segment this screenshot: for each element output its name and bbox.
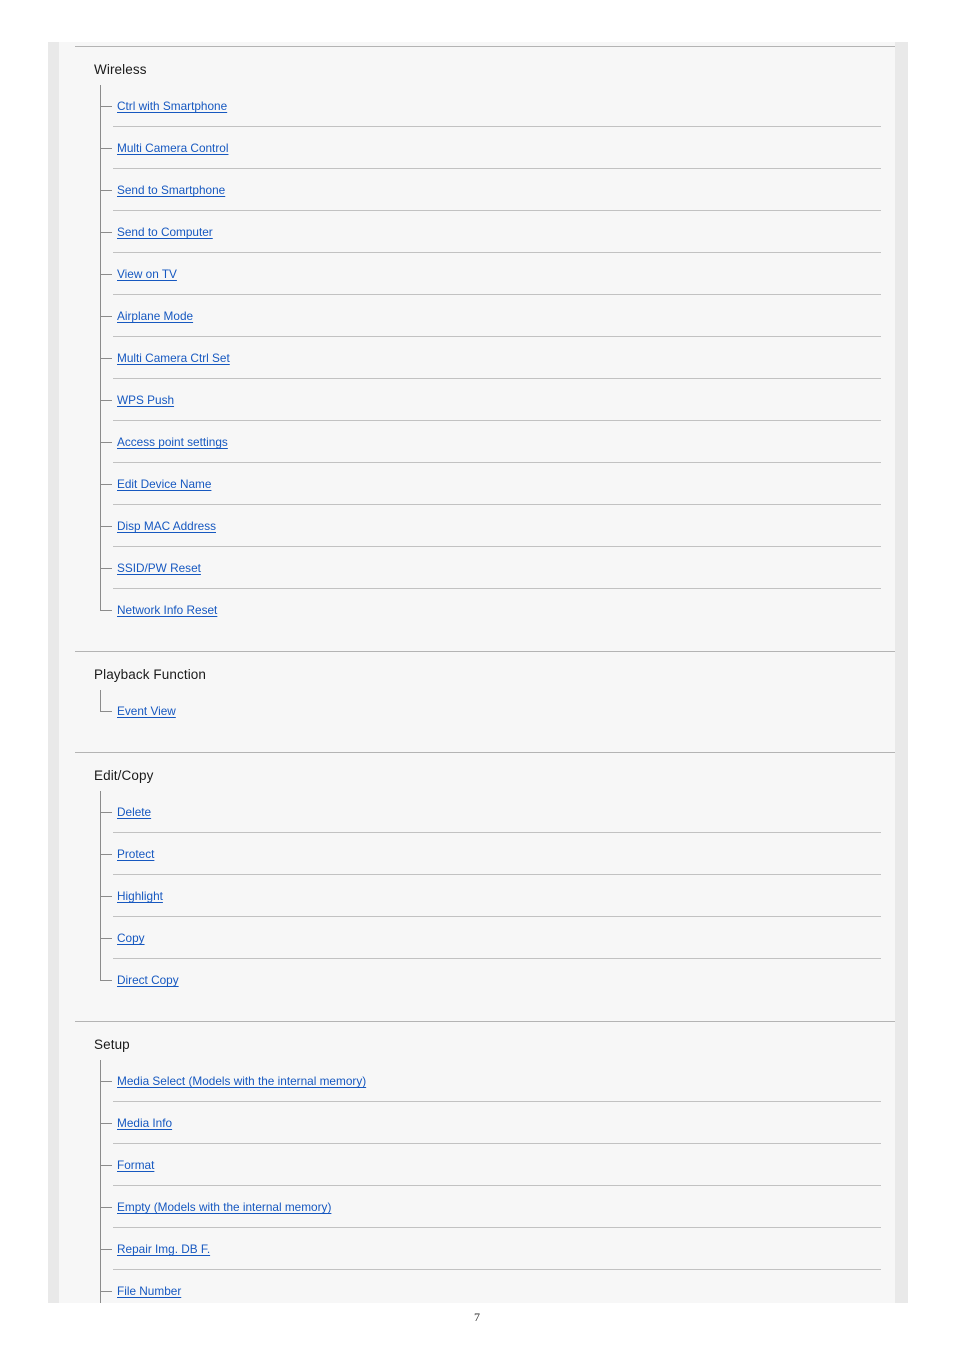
toc-link[interactable]: Airplane Mode [117, 309, 193, 323]
toc-item: Event View [75, 690, 895, 732]
toc-item: Multi Camera Ctrl Set [75, 337, 895, 379]
toc-link[interactable]: Delete [117, 805, 151, 819]
toc-link[interactable]: Multi Camera Control [117, 141, 228, 155]
toc-link[interactable]: Event View [117, 704, 176, 718]
toc-item: Send to Smartphone [75, 169, 895, 211]
page-gutter-right [895, 42, 908, 1303]
toc-item: View on TV [75, 253, 895, 295]
toc-item: File Number [75, 1270, 895, 1303]
toc-item: SSID/PW Reset [75, 547, 895, 589]
toc-item: Send to Computer [75, 211, 895, 253]
toc-item: Media Select (Models with the internal m… [75, 1060, 895, 1102]
toc-link[interactable]: Protect [117, 847, 154, 861]
toc-item: Copy [75, 917, 895, 959]
toc-item: Ctrl with Smartphone [75, 85, 895, 127]
section-title: Playback Function [94, 667, 207, 682]
page-gutter-left [48, 42, 59, 1303]
toc-item: Edit Device Name [75, 463, 895, 505]
table-of-contents: Wireless Ctrl with Smartphone Multi Camera… [75, 46, 895, 1303]
toc-item: Network Info Reset [75, 589, 895, 631]
toc-item: Empty (Models with the internal memory) [75, 1186, 895, 1228]
toc-item: Disp MAC Address [75, 505, 895, 547]
section-title: Wireless [94, 62, 147, 77]
toc-link[interactable]: Media Select (Models with the internal m… [117, 1074, 366, 1088]
section-title: Edit/Copy [94, 768, 154, 783]
toc-link[interactable]: Send to Computer [117, 225, 213, 239]
toc-tree: Delete Protect Highlight Copy Direct Copy [75, 791, 895, 1001]
toc-item: Repair Img. DB F. [75, 1228, 895, 1270]
page-number: 7 [474, 1310, 480, 1324]
toc-item: Highlight [75, 875, 895, 917]
toc-item: Format [75, 1144, 895, 1186]
toc-link[interactable]: Direct Copy [117, 973, 179, 987]
toc-link[interactable]: Copy [117, 931, 145, 945]
toc-link[interactable]: Edit Device Name [117, 477, 211, 491]
toc-link[interactable]: WPS Push [117, 393, 174, 407]
toc-tree: Ctrl with Smartphone Multi Camera Control… [75, 85, 895, 631]
toc-item: Media Info [75, 1102, 895, 1144]
toc-link[interactable]: Network Info Reset [117, 603, 217, 617]
toc-link[interactable]: Access point settings [117, 435, 228, 449]
toc-tree: Event View [75, 690, 895, 732]
toc-section: Setup Media Select (Models with the inter… [75, 1021, 895, 1303]
toc-link[interactable]: Multi Camera Ctrl Set [117, 351, 230, 365]
toc-tree: Media Select (Models with the internal m… [75, 1060, 895, 1303]
toc-item: Protect [75, 833, 895, 875]
toc-link[interactable]: Disp MAC Address [117, 519, 216, 533]
document-page: Wireless Ctrl with Smartphone Multi Camera… [0, 0, 954, 1350]
section-title: Setup [94, 1037, 130, 1052]
content-panel: Wireless Ctrl with Smartphone Multi Camera… [59, 42, 895, 1303]
toc-item: Multi Camera Control [75, 127, 895, 169]
toc-link[interactable]: SSID/PW Reset [117, 561, 201, 575]
toc-link[interactable]: Empty (Models with the internal memory) [117, 1200, 331, 1214]
toc-section: Playback Function Event View [75, 651, 895, 752]
toc-link[interactable]: File Number [117, 1284, 181, 1298]
toc-link[interactable]: View on TV [117, 267, 177, 281]
toc-section: Edit/Copy Delete Protect Highlight Copy Direc… [75, 752, 895, 1021]
toc-link[interactable]: Highlight [117, 889, 163, 903]
toc-item: Delete [75, 791, 895, 833]
toc-link[interactable]: Send to Smartphone [117, 183, 225, 197]
toc-item: Airplane Mode [75, 295, 895, 337]
toc-link[interactable]: Repair Img. DB F. [117, 1242, 210, 1256]
toc-item: Access point settings [75, 421, 895, 463]
toc-item: WPS Push [75, 379, 895, 421]
toc-section: Wireless Ctrl with Smartphone Multi Camera… [75, 46, 895, 651]
toc-link[interactable]: Ctrl with Smartphone [117, 99, 227, 113]
toc-link[interactable]: Media Info [117, 1116, 172, 1130]
toc-link[interactable]: Format [117, 1158, 154, 1172]
toc-item: Direct Copy [75, 959, 895, 1001]
